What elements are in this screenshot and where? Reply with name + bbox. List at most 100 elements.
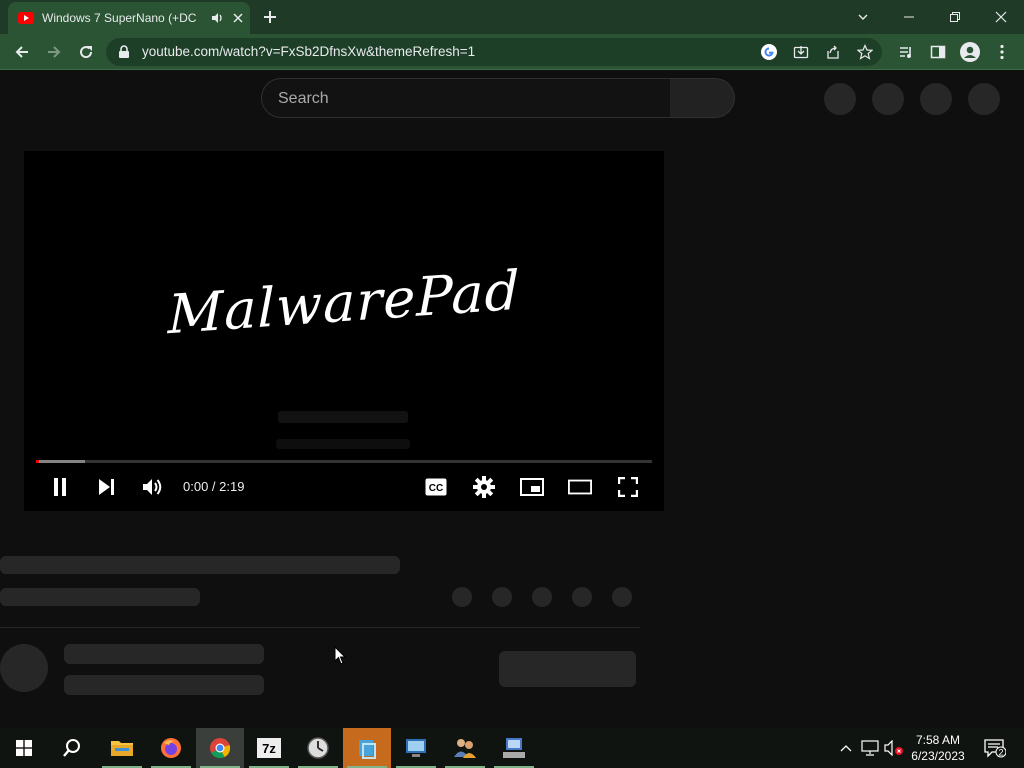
profile-avatar-icon xyxy=(960,42,980,62)
show-hidden-icons-button[interactable] xyxy=(836,736,856,760)
tab-close-icon[interactable] xyxy=(232,12,244,24)
app-icon xyxy=(359,740,376,759)
more-vert-icon xyxy=(1000,44,1004,60)
time-display: 0:00 / 2:19 xyxy=(183,479,245,494)
next-button[interactable] xyxy=(94,475,118,499)
side-panel-icon xyxy=(930,45,946,59)
browser-tab[interactable]: Windows 7 SuperNano (+DC xyxy=(8,2,250,34)
header-button-placeholder[interactable] xyxy=(824,83,856,115)
firefox-icon xyxy=(161,738,181,758)
share-icon[interactable] xyxy=(825,44,841,60)
action-skeleton xyxy=(452,587,472,607)
mute-button[interactable] xyxy=(141,475,165,499)
start-button[interactable] xyxy=(0,728,48,768)
reload-button[interactable] xyxy=(74,40,98,64)
windows-logo-icon xyxy=(16,740,32,756)
playlist-music-icon xyxy=(900,47,911,58)
volume-icon xyxy=(143,479,162,495)
file-explorer-icon xyxy=(111,741,133,756)
action-skeleton xyxy=(532,587,552,607)
fullscreen-icon xyxy=(618,477,638,497)
back-button[interactable] xyxy=(10,40,34,64)
pause-icon xyxy=(54,478,66,496)
taskbar-chrome[interactable] xyxy=(196,728,244,768)
google-icon[interactable] xyxy=(761,44,777,60)
pause-button[interactable] xyxy=(48,475,72,499)
theater-mode-button[interactable] xyxy=(568,475,592,499)
minimize-button[interactable] xyxy=(886,0,932,34)
address-bar[interactable]: youtube.com/watch?v=FxSb2DfnsXw&themeRef… xyxy=(106,38,882,66)
action-skeleton xyxy=(492,587,512,607)
youtube-favicon-icon xyxy=(18,12,34,24)
url-text: youtube.com/watch?v=FxSb2DfnsXw&themeRef… xyxy=(142,44,476,59)
theater-mode-icon xyxy=(568,479,592,495)
chrome-icon xyxy=(210,738,231,759)
browser-toolbar: youtube.com/watch?v=FxSb2DfnsXw&themeRef… xyxy=(0,34,1024,70)
settings-button[interactable] xyxy=(472,475,496,499)
network-tray-button[interactable] xyxy=(860,736,880,760)
minimize-icon xyxy=(904,16,914,18)
taskbar-search-button[interactable] xyxy=(48,728,96,768)
taskbar-control-panel[interactable] xyxy=(392,728,440,768)
taskbar-clock[interactable]: 7:58 AM 6/23/2023 xyxy=(906,732,970,764)
closed-captions-icon: CC xyxy=(425,478,447,496)
arrow-right-icon xyxy=(48,46,61,58)
install-app-icon[interactable] xyxy=(793,44,809,60)
action-skeleton xyxy=(572,587,592,607)
menu-button[interactable] xyxy=(990,40,1014,64)
channel-subs-skeleton xyxy=(64,675,264,695)
lock-icon[interactable] xyxy=(118,45,130,59)
svg-text:7z: 7z xyxy=(262,741,276,756)
svg-text:CC: CC xyxy=(429,483,443,494)
volume-muted-icon xyxy=(884,740,903,756)
taskbar-7zip[interactable]: 7z xyxy=(245,728,293,768)
users-icon xyxy=(454,739,476,758)
close-window-button[interactable] xyxy=(978,0,1024,34)
taskbar-firefox[interactable] xyxy=(147,728,195,768)
forward-button[interactable] xyxy=(42,40,66,64)
network-icon xyxy=(861,740,879,756)
new-tab-button[interactable] xyxy=(258,5,282,29)
divider xyxy=(0,627,640,628)
clock-time: 7:58 AM xyxy=(915,733,961,747)
video-frame-text: MalwarePad xyxy=(167,258,521,347)
bookmark-star-icon[interactable] xyxy=(857,44,873,60)
search-button[interactable] xyxy=(670,78,735,118)
clock-date: 6/23/2023 xyxy=(911,749,965,763)
taskbar-clock-app[interactable] xyxy=(294,728,342,768)
side-panel-button[interactable] xyxy=(926,40,950,64)
volume-tray-button[interactable] xyxy=(884,736,904,760)
profile-button[interactable] xyxy=(958,40,982,64)
avatar-placeholder[interactable] xyxy=(968,83,1000,115)
taskbar-file-explorer[interactable] xyxy=(98,728,146,768)
search-placeholder: Search xyxy=(278,90,329,107)
header-button-placeholder[interactable] xyxy=(920,83,952,115)
action-skeleton xyxy=(612,587,632,607)
progress-bar[interactable] xyxy=(36,460,652,463)
windows-taskbar: 7z 7:58 AM 6/23/2023 2 xyxy=(0,728,1024,768)
fullscreen-button[interactable] xyxy=(616,475,640,499)
video-frame-faint-text xyxy=(276,439,410,449)
notification-count: 2 xyxy=(998,748,1003,758)
restore-button[interactable] xyxy=(932,0,978,34)
notification-center-button[interactable]: 2 xyxy=(982,736,1008,760)
video-player[interactable]: MalwarePad 0:00 / 2:19 CC xyxy=(24,151,664,511)
taskbar-app[interactable] xyxy=(343,728,391,768)
media-control-button[interactable] xyxy=(894,40,918,64)
control-panel-icon xyxy=(406,739,426,757)
subscribe-skeleton xyxy=(499,651,636,687)
taskbar-users[interactable] xyxy=(441,728,489,768)
tab-audio-icon[interactable] xyxy=(210,11,224,25)
header-button-placeholder[interactable] xyxy=(872,83,904,115)
miniplayer-button[interactable] xyxy=(520,475,544,499)
miniplayer-icon xyxy=(520,478,544,496)
search-icon xyxy=(63,739,80,757)
taskbar-computer[interactable] xyxy=(490,728,538,768)
tab-search-button[interactable] xyxy=(840,0,886,34)
skip-next-icon xyxy=(99,479,114,495)
subtitles-button[interactable]: CC xyxy=(424,475,448,499)
youtube-page: Search MalwarePad 0:00 / 2:19 CC xyxy=(0,70,1024,728)
clock-app-icon xyxy=(307,737,329,759)
gear-icon xyxy=(473,476,495,498)
search-input[interactable]: Search xyxy=(261,78,671,118)
